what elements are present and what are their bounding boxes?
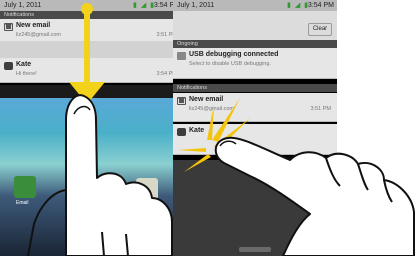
gesture-overlay xyxy=(27,3,415,256)
left-hand-illustration xyxy=(27,94,173,256)
arrow-shaft xyxy=(84,9,90,85)
right-hand-illustration xyxy=(214,136,415,256)
drag-down-arrow xyxy=(69,3,105,104)
